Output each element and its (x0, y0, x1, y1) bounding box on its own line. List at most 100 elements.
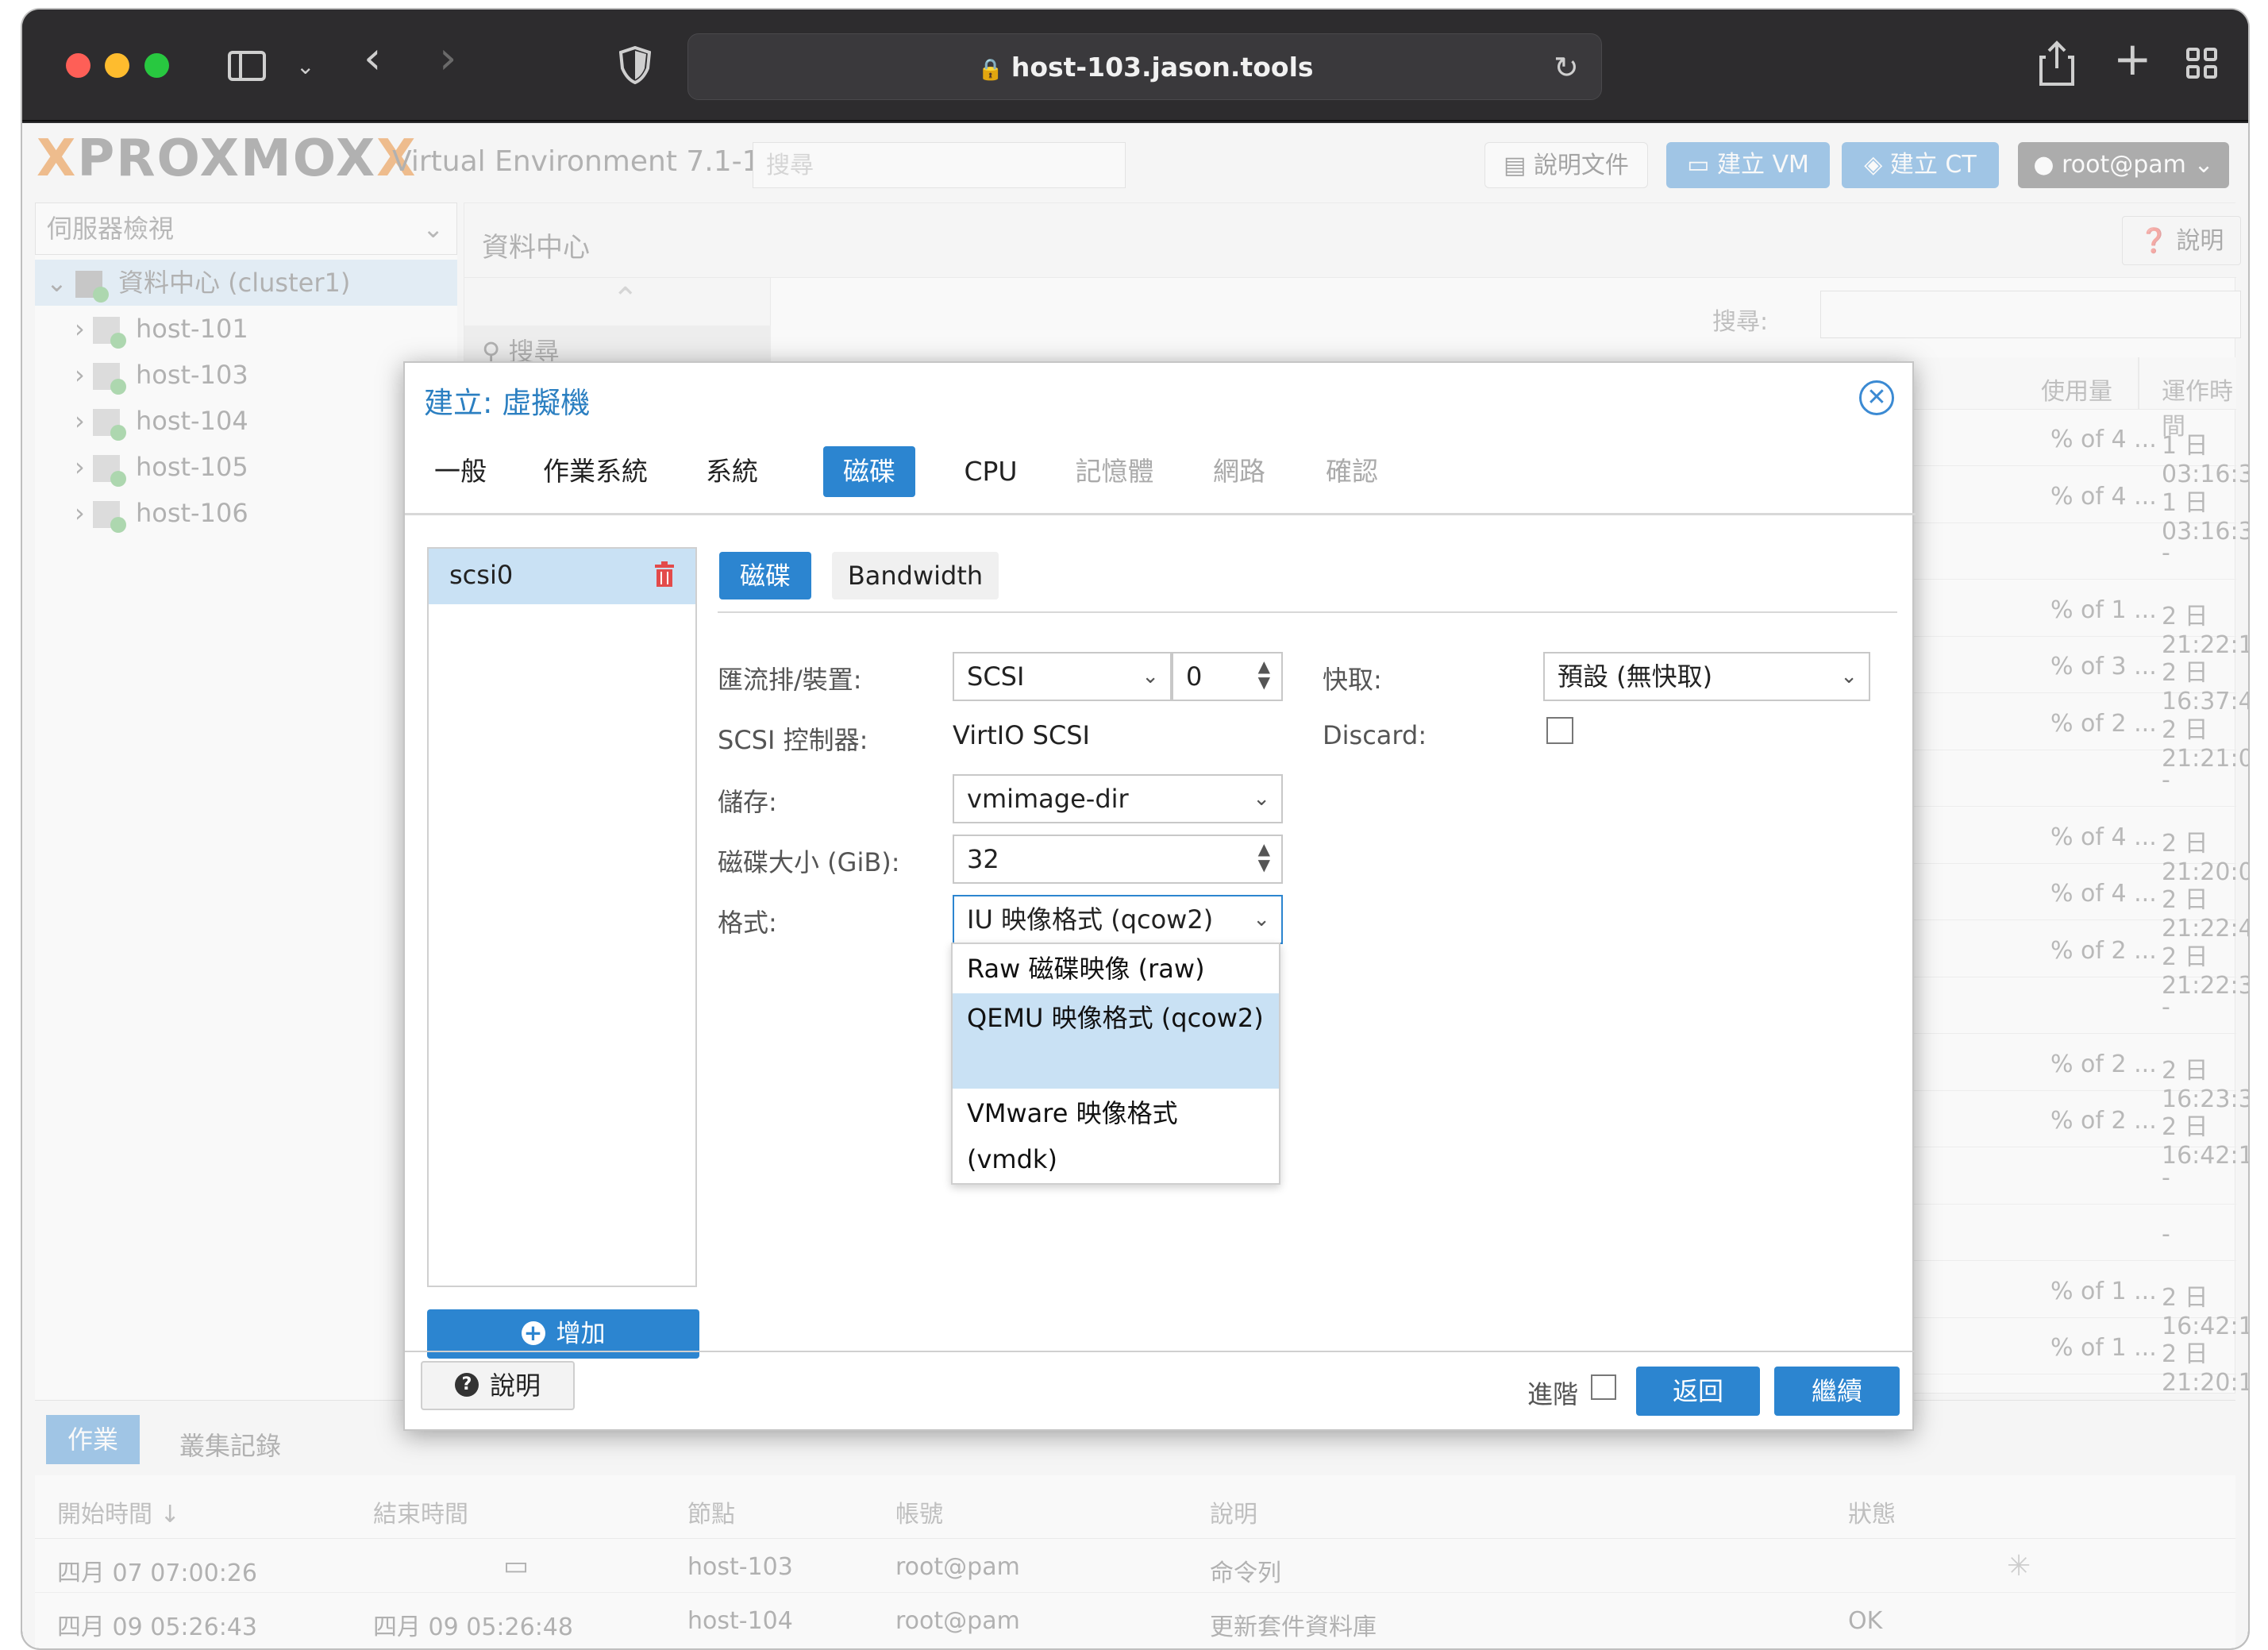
tasks-panel: 作業 叢集記錄 開始時間 ↓ 結束時間 節點 帳號 說明 狀態 四月 07 07… (35, 1400, 2235, 1648)
format-select[interactable]: IU 映像格式 (qcow2) ⌄ (953, 895, 1283, 944)
docs-button[interactable]: ▤ 說明文件 (1484, 142, 1648, 188)
server-view-select[interactable]: 伺服器檢視 ⌄ (35, 202, 457, 255)
close-icon[interactable]: ✕ (1859, 380, 1894, 415)
tab-general[interactable]: 一般 (422, 446, 499, 497)
cache-select[interactable]: 預設 (無快取) ⌄ (1543, 652, 1870, 701)
server-icon (92, 363, 126, 395)
cache-label: 快取: (1323, 665, 1382, 695)
tree-item-host-101[interactable]: › host-101 (75, 306, 248, 352)
tree-item-host-105[interactable]: › host-105 (75, 444, 248, 490)
disk-list: scsi0 (427, 547, 697, 1287)
usage-cell: % of 4 ... (2050, 426, 2157, 453)
format-option-qcow2[interactable]: QEMU 映像格式 (qcow2) (953, 993, 1279, 1089)
discard-checkbox[interactable] (1546, 717, 1573, 744)
col-node[interactable]: 節點 (687, 1494, 735, 1529)
tasks-header: 開始時間 ↓ 結束時間 節點 帳號 說明 狀態 (35, 1475, 2235, 1539)
server-icon (92, 455, 126, 487)
tab-cpu[interactable]: CPU (953, 446, 1029, 497)
uptime-cell: - (2162, 766, 2170, 794)
tab-os[interactable]: 作業系統 (538, 446, 653, 497)
col-user[interactable]: 帳號 (895, 1494, 943, 1529)
tab-system[interactable]: 系統 (694, 446, 770, 497)
console-icon: ▭ (503, 1550, 529, 1582)
spinner-arrows-icon[interactable]: ▲ ▼ (1258, 841, 1270, 873)
spinner-arrows-icon[interactable]: ▲ ▼ (1258, 658, 1270, 690)
usage-cell: % of 1 ... (2050, 596, 2157, 624)
col-start[interactable]: 開始時間 ↓ (57, 1494, 180, 1529)
server-icon (92, 409, 126, 441)
advanced-checkbox[interactable] (1591, 1374, 1616, 1400)
reload-icon[interactable]: ↻ (1554, 50, 1579, 85)
tab-overview-icon[interactable] (2186, 48, 2220, 81)
server-icon (92, 317, 126, 349)
advanced-label: 進階 (1527, 1379, 1579, 1409)
content-help-button[interactable]: ❓ 說明 (2122, 216, 2241, 265)
disk-size-spinner[interactable]: 32 ▲ ▼ (953, 835, 1283, 884)
usage-cell: % of 4 ... (2050, 823, 2157, 851)
grid-search-input[interactable] (1820, 291, 2241, 338)
device-number-spinner[interactable]: 0 ▲ ▼ (1172, 652, 1283, 701)
format-dropdown-list: Raw 磁碟映像 (raw) QEMU 映像格式 (qcow2) VMware … (951, 943, 1280, 1185)
next-button[interactable]: 繼續 (1774, 1367, 1900, 1416)
app-header: XPROXMOXX Virtual Environment 7.1-12 搜尋 … (22, 123, 2248, 202)
close-window-button[interactable] (66, 53, 90, 78)
zoom-window-button[interactable] (144, 53, 169, 78)
tab-confirm: 確認 (1326, 456, 1378, 487)
trash-icon[interactable] (654, 561, 675, 587)
sidebar-toggle-icon[interactable] (228, 51, 266, 81)
chevron-up-icon[interactable]: ⌃ (612, 281, 639, 318)
tab-cluster-log[interactable]: 叢集記錄 (179, 1426, 281, 1463)
version-label: Virtual Environment 7.1-12 (392, 145, 779, 178)
back-button[interactable]: 返回 (1636, 1367, 1760, 1416)
privacy-shield-icon[interactable] (619, 46, 651, 84)
tree-item-datacenter[interactable]: ⌄ 資料中心 (cluster1) (35, 260, 457, 306)
user-menu-button[interactable]: ● root@pam ⌄ (2018, 142, 2229, 188)
disk-size-label: 磁碟大小 (GiB): (718, 847, 900, 877)
uptime-cell: - (2162, 1163, 2170, 1192)
lock-icon: 🔒 (977, 58, 1003, 82)
cube-icon: ◈ (1864, 151, 1890, 179)
subtab-disk[interactable]: 磁碟 (719, 552, 811, 599)
task-row[interactable]: 四月 07 07:00:26 ▭ host-103 root@pam 命令列 ✳ (35, 1539, 2235, 1593)
col-end[interactable]: 結束時間 (373, 1494, 468, 1529)
server-icon (92, 501, 126, 533)
global-search-input[interactable]: 搜尋 (753, 142, 1126, 188)
usage-cell: % of 1 ... (2050, 1334, 2157, 1362)
scsi-controller-label: SCSI 控制器: (718, 725, 868, 755)
uptime-cell: - (2162, 1220, 2170, 1248)
create-vm-dialog: 建立: 虛擬機 ✕ 一般 作業系統 系統 磁碟 CPU 記憶體 網路 確認 sc… (403, 361, 1916, 1431)
minimize-window-button[interactable] (105, 53, 129, 78)
col-status[interactable]: 狀態 (1848, 1494, 1896, 1529)
col-desc[interactable]: 說明 (1210, 1494, 1257, 1529)
create-vm-button[interactable]: ▭ 建立 VM (1666, 142, 1830, 188)
tab-memory: 記憶體 (1075, 456, 1154, 487)
create-ct-button[interactable]: ◈ 建立 CT (1842, 142, 1999, 188)
format-option-vmdk[interactable]: VMware 映像格式 (vmdk) (953, 1089, 1279, 1184)
chevron-down-icon[interactable]: ⌄ (296, 49, 314, 84)
storage-select[interactable]: vmimage-dir ⌄ (953, 774, 1283, 823)
tree-item-host-103[interactable]: › host-103 (75, 352, 248, 398)
share-icon[interactable] (2039, 40, 2074, 86)
forward-arrow-icon: › (439, 33, 457, 84)
help-button[interactable]: ? 說明 (421, 1361, 575, 1410)
back-arrow-icon[interactable]: ‹ (364, 37, 381, 81)
tab-disks[interactable]: 磁碟 (823, 446, 915, 497)
tree-item-host-106[interactable]: › host-106 (75, 490, 248, 536)
browser-window: ⌄ ‹ › 🔒 host-103.jason.tools ↻ + XPROXMO… (22, 10, 2248, 1648)
url-text: host-103.jason.tools (1011, 52, 1314, 83)
subtab-bandwidth[interactable]: Bandwidth (832, 552, 999, 599)
address-bar[interactable]: 🔒 host-103.jason.tools ↻ (687, 33, 1602, 100)
tree-item-host-104[interactable]: › host-104 (75, 398, 248, 444)
uptime-cell: - (2162, 993, 2170, 1021)
question-icon: ? (454, 1373, 479, 1397)
bus-select[interactable]: SCSI ⌄ (953, 652, 1172, 701)
task-row[interactable]: 四月 09 05:26:43 四月 09 05:26:48 host-104 r… (35, 1593, 2235, 1647)
scsi-controller-value: VirtIO SCSI (953, 720, 1090, 750)
content-title: 資料中心 (482, 232, 590, 264)
format-option-raw[interactable]: Raw 磁碟映像 (raw) (953, 944, 1279, 993)
new-tab-icon[interactable]: + (2113, 36, 2152, 82)
browser-toolbar: ⌄ ‹ › 🔒 host-103.jason.tools ↻ + (22, 10, 2248, 121)
tab-tasks[interactable]: 作業 (46, 1415, 140, 1464)
column-usage[interactable]: 使用量 (2041, 372, 2112, 407)
disk-list-item[interactable]: scsi0 (429, 549, 695, 604)
